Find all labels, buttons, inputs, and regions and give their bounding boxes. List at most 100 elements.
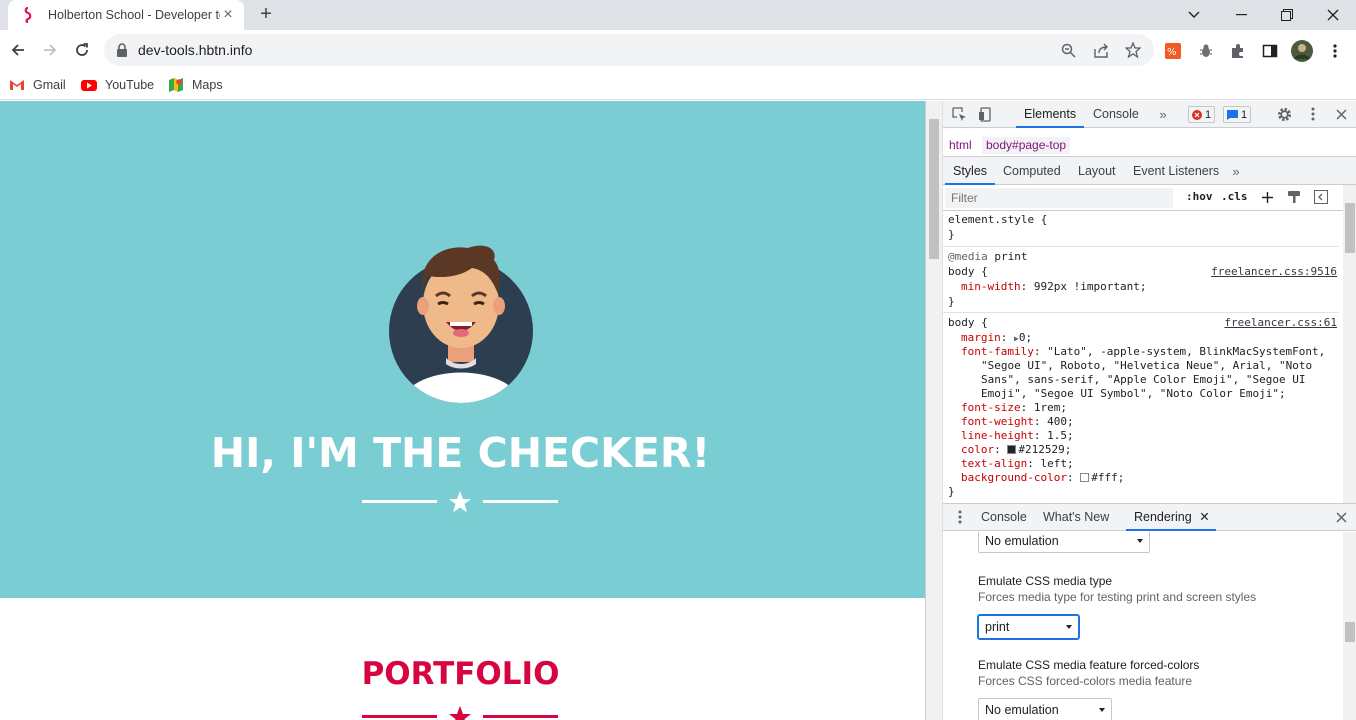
bookmark-youtube[interactable]: YouTube bbox=[81, 74, 154, 96]
device-toolbar-icon[interactable] bbox=[977, 106, 993, 122]
share-icon[interactable] bbox=[1093, 42, 1109, 58]
drawer-tab-whats-new[interactable]: What's New bbox=[1035, 504, 1117, 531]
css-property[interactable]: text-align bbox=[961, 457, 1027, 470]
emulation-select[interactable]: No emulation bbox=[978, 532, 1150, 553]
bug-extension-icon[interactable] bbox=[1197, 42, 1215, 60]
bookmark-gmail[interactable]: Gmail bbox=[9, 74, 66, 96]
css-property[interactable]: font-family bbox=[961, 345, 1034, 358]
css-value[interactable]: 1.5; bbox=[1047, 429, 1074, 442]
styles-filter-input[interactable] bbox=[945, 188, 1173, 208]
option-description: Forces media type for testing print and … bbox=[978, 590, 1257, 604]
css-property[interactable]: color bbox=[961, 443, 994, 456]
hov-toggle[interactable]: :hov bbox=[1186, 190, 1213, 203]
cls-toggle[interactable]: .cls bbox=[1221, 190, 1248, 203]
new-rule-plus-icon[interactable] bbox=[1259, 189, 1275, 205]
media-type-select[interactable]: print bbox=[977, 614, 1080, 640]
close-window-icon[interactable] bbox=[1310, 0, 1356, 30]
toggle-sidebar-icon[interactable] bbox=[1313, 189, 1329, 205]
close-brace: } bbox=[948, 485, 955, 498]
css-value[interactable]: 1rem; bbox=[1034, 401, 1067, 414]
css-property[interactable]: min-width bbox=[961, 280, 1021, 293]
hero-divider bbox=[362, 490, 558, 514]
css-property[interactable]: font-weight bbox=[961, 415, 1034, 428]
css-value[interactable]: left; bbox=[1040, 457, 1073, 470]
css-value[interactable]: 400; bbox=[1047, 415, 1074, 428]
tab-event-listeners[interactable]: Event Listeners bbox=[1125, 157, 1227, 185]
browser-tab[interactable]: Holberton School - Developer to × bbox=[8, 0, 244, 30]
media-keyword: @media bbox=[948, 250, 988, 263]
breadcrumb-body[interactable]: body#page-top bbox=[982, 137, 1071, 154]
more-subtabs-chevron-icon[interactable]: » bbox=[1228, 163, 1244, 179]
element-style-rule[interactable]: element.style { } bbox=[943, 211, 1339, 247]
inspect-element-icon[interactable] bbox=[951, 106, 967, 122]
media-print-rule[interactable]: @media print body { freelancer.css:9516 … bbox=[943, 248, 1339, 313]
css-property[interactable]: margin bbox=[961, 331, 1001, 344]
breadcrumb-html[interactable]: html bbox=[945, 137, 976, 154]
extensions-puzzle-icon[interactable] bbox=[1229, 42, 1247, 60]
color-swatch[interactable] bbox=[1007, 445, 1017, 454]
page-scrollbar[interactable] bbox=[926, 101, 943, 720]
more-tabs-chevron-icon[interactable]: » bbox=[1155, 106, 1171, 122]
devtools-menu-icon[interactable] bbox=[1305, 106, 1321, 122]
back-icon[interactable] bbox=[6, 38, 30, 62]
css-property[interactable]: line-height bbox=[961, 429, 1034, 442]
error-badge[interactable]: 1 bbox=[1188, 106, 1216, 123]
color-swatch[interactable] bbox=[1080, 473, 1090, 482]
address-bar[interactable]: dev-tools.hbtn.info bbox=[104, 34, 1154, 66]
tab-close-icon[interactable]: × bbox=[220, 7, 236, 23]
profile-avatar-icon[interactable] bbox=[1291, 40, 1313, 62]
drawer-tab-console[interactable]: Console bbox=[973, 504, 1035, 531]
close-devtools-icon[interactable] bbox=[1333, 106, 1349, 122]
paint-brush-icon[interactable] bbox=[1286, 189, 1302, 205]
lock-icon[interactable] bbox=[116, 43, 128, 57]
css-value[interactable]: "Lato", -apple-system, BlinkMacSystemFon… bbox=[1047, 345, 1325, 358]
css-property[interactable]: font-size bbox=[961, 401, 1021, 414]
zoom-icon[interactable] bbox=[1060, 42, 1076, 58]
extension-orange-icon[interactable]: % bbox=[1164, 42, 1182, 60]
bookmark-star-icon[interactable] bbox=[1125, 42, 1141, 58]
svg-text:%: % bbox=[1167, 47, 1177, 58]
select-value: No emulation bbox=[985, 534, 1059, 548]
css-property[interactable]: background-color bbox=[961, 471, 1067, 484]
message-badge[interactable]: 1 bbox=[1223, 106, 1252, 123]
tab-computed[interactable]: Computed bbox=[995, 157, 1069, 185]
devtools-panel: Elements Console » 1 1 html body#page-to… bbox=[925, 101, 1356, 720]
new-tab-button[interactable]: + bbox=[256, 4, 276, 24]
styles-scrollbar[interactable] bbox=[1343, 185, 1356, 503]
css-value[interactable]: #212529; bbox=[1018, 443, 1071, 456]
rule-source-link[interactable]: freelancer.css:9516 bbox=[1211, 265, 1337, 278]
tab-elements[interactable]: Elements bbox=[1016, 101, 1085, 128]
close-drawer-icon[interactable] bbox=[1333, 509, 1349, 525]
scrollbar-thumb[interactable] bbox=[929, 119, 939, 259]
forced-colors-select[interactable]: No emulation bbox=[978, 698, 1112, 720]
tab-strip: Holberton School - Developer to × + bbox=[0, 0, 1356, 30]
css-value-cont: Sans", sans-serif, "Apple Color Emoji", … bbox=[981, 373, 1306, 386]
tab-styles[interactable]: Styles bbox=[945, 157, 996, 185]
error-icon bbox=[1192, 109, 1202, 120]
tab-console[interactable]: Console bbox=[1085, 101, 1147, 128]
tab-layout[interactable]: Layout bbox=[1070, 157, 1124, 185]
side-panel-icon[interactable] bbox=[1261, 42, 1279, 60]
drawer-tab-rendering[interactable]: Rendering ✕ bbox=[1126, 504, 1216, 531]
forward-icon[interactable] bbox=[38, 38, 62, 62]
rule-source-link[interactable]: freelancer.css:61 bbox=[1224, 316, 1337, 329]
css-value[interactable]: 992px !important; bbox=[1034, 280, 1147, 293]
chrome-menu-icon[interactable] bbox=[1326, 42, 1344, 60]
close-tab-icon[interactable]: ✕ bbox=[1199, 504, 1209, 531]
bookmark-maps[interactable]: Maps bbox=[168, 74, 223, 96]
drawer-scrollbar[interactable] bbox=[1343, 532, 1356, 720]
css-value[interactable]: #fff; bbox=[1091, 471, 1124, 484]
restore-icon[interactable] bbox=[1264, 0, 1310, 30]
body-rule[interactable]: body { freelancer.css:61 margin: ▶0; fon… bbox=[943, 314, 1339, 503]
scrollbar-thumb[interactable] bbox=[1345, 622, 1355, 642]
css-value[interactable]: 0; bbox=[1019, 331, 1032, 344]
drawer-menu-icon[interactable] bbox=[952, 509, 968, 525]
scrollbar-thumb[interactable] bbox=[1345, 203, 1355, 253]
minimize-icon[interactable] bbox=[1218, 0, 1264, 30]
tab-title: Holberton School - Developer to bbox=[48, 8, 220, 22]
select-value: No emulation bbox=[985, 703, 1059, 717]
reload-icon[interactable] bbox=[70, 38, 94, 62]
star-icon bbox=[448, 490, 472, 514]
settings-gear-icon[interactable] bbox=[1276, 106, 1292, 122]
tab-search-icon[interactable] bbox=[1171, 0, 1217, 30]
